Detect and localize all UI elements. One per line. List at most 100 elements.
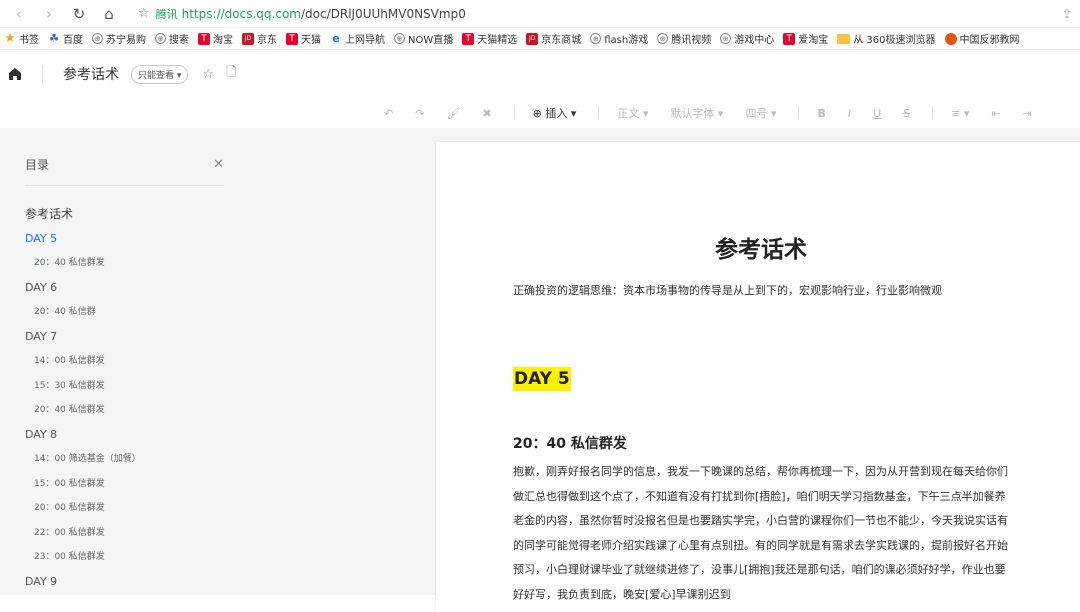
toc-item[interactable]: 20：40 私信群发	[25, 398, 235, 423]
globe-icon: ⊕	[657, 33, 669, 44]
redo-icon[interactable]: ↷	[415, 107, 424, 120]
globe-icon: ⊕	[720, 33, 732, 44]
toc-item[interactable]: DAY 9	[25, 570, 235, 595]
insert-button[interactable]: ⊕ 插入 ▾	[533, 105, 577, 121]
bookmark-item[interactable]: ☘ 百度	[48, 31, 83, 46]
document-page[interactable]: 参考话术 正确投资的逻辑思维：资本市场事物的传导是从上到下的，宏观影响行业，行业…	[436, 142, 1080, 612]
font-select[interactable]: 默认字体 ▾	[670, 105, 723, 121]
bookmark-item[interactable]: ★ 书签	[4, 31, 39, 46]
toc-header: 目录 ✕	[25, 156, 224, 186]
bookmark-label: 苏宁易购	[106, 35, 146, 46]
toc-item[interactable]: DAY 5	[25, 227, 235, 252]
bookmark-item[interactable]: T 天猫	[286, 31, 321, 46]
bookmark-label: 京东商城	[541, 35, 582, 46]
text-style-select[interactable]: 正文 ▾	[617, 105, 648, 121]
bookmark-item[interactable]: ⊕ 腾讯视频	[657, 31, 711, 46]
strikethrough-button[interactable]: S	[903, 107, 910, 120]
italic-button[interactable]: I	[848, 107, 851, 120]
bold-button[interactable]: B	[817, 107, 825, 120]
format-painter-icon[interactable]: 🖌	[446, 107, 460, 120]
toc-item[interactable]: 22：00 私信群发	[25, 521, 235, 546]
doc-header: 参考话术 只能查看 ▾ ☆ 🗋	[0, 50, 1080, 98]
bookmark-item[interactable]: JD 京东商城	[526, 31, 581, 46]
toc-title: 目录	[25, 158, 50, 172]
toc-sidebar: 目录 ✕ 参考话术 DAY 5 20：40 私信群发 DAY 6 20：40 私信群 DA…	[0, 128, 240, 595]
toc-item[interactable]: DAY 6	[25, 276, 235, 301]
underline-button[interactable]: U	[873, 107, 881, 120]
bookmark-label: 从 360极速浏览器	[853, 35, 936, 46]
tmall-icon: T	[462, 32, 475, 45]
toc-item[interactable]: DAY 7	[25, 325, 235, 350]
bookmarks-bar: ★ 书签 ☘ 百度 ⊕ 苏宁易购 ⊕ 搜索 T 淘宝 JD 京东 T 天猫 e 上网导航 ⊕ NOW直播 T 天猫精选…	[0, 28, 1080, 50]
align-icon[interactable]: ≡ ▾	[951, 107, 969, 120]
browser-address-bar: ‹ › ↻ ⌂ ☆ 腾讯 https://docs.qq.com/doc/DRl…	[0, 0, 1080, 28]
toc-item[interactable]: 参考话术	[25, 202, 235, 227]
bookmark-label: 爱淘宝	[798, 35, 829, 46]
back-icon[interactable]: ‹	[8, 3, 30, 25]
bookmark-label: 中国反邪教网	[959, 35, 1020, 46]
clear-format-icon[interactable]: ✖	[482, 107, 491, 120]
toc-item[interactable]: 14：00 私信群发	[25, 349, 235, 374]
bookmark-item[interactable]: ⊕ 搜索	[155, 31, 189, 46]
readonly-badge[interactable]: 只能查看 ▾	[131, 64, 189, 84]
doc-title: 参考话术	[63, 67, 119, 83]
bookmark-item[interactable]: T 淘宝	[198, 31, 233, 46]
day-heading: DAY 5	[513, 367, 571, 391]
forward-icon[interactable]: ›	[38, 3, 60, 25]
bookmark-label: NOW直播	[408, 35, 454, 46]
bookmark-item[interactable]: e 上网导航	[330, 31, 385, 46]
toc-item[interactable]: 20：40 私信群	[25, 300, 235, 325]
document-title: 参考话术	[715, 237, 807, 263]
main-area: 目录 ✕ 参考话术 DAY 5 20：40 私信群发 DAY 6 20：40 私信群 DA…	[0, 128, 1080, 612]
bookmark-label: 淘宝	[213, 35, 233, 46]
editor-toolbar: ↶ ↷ 🖌 ✖ ⊕ 插入 ▾ 正文 ▾ 默认字体 ▾ 四号 ▾ B I U S …	[0, 98, 1080, 128]
bookmark-label: 天猫精选	[477, 35, 518, 46]
url-text[interactable]: https://docs.qq.com/doc/DRlJ0UUhMV0NSVmp…	[182, 7, 466, 21]
undo-icon[interactable]: ↶	[384, 107, 393, 120]
bookmark-label: 搜索	[169, 35, 189, 46]
toc-item[interactable]: 20：40 私信群发	[25, 251, 235, 276]
tmall-icon: T	[198, 32, 210, 45]
bookmark-item[interactable]: ⊕ 游戏中心	[720, 31, 774, 46]
bookmark-item[interactable]: T 天猫精选	[462, 31, 517, 46]
toc-list: 参考话术 DAY 5 20：40 私信群发 DAY 6 20：40 私信群 DAY 7 14…	[25, 202, 235, 594]
toc-item[interactable]: 23：00 私信群发	[25, 545, 235, 570]
star-icon: ★	[4, 31, 16, 46]
font-size-select[interactable]: 四号 ▾	[745, 105, 776, 121]
toc-item[interactable]: 15：00 私信群发	[25, 472, 235, 497]
bookmark-item[interactable]: ⊕ 苏宁易购	[92, 31, 146, 46]
refresh-icon[interactable]: ↻	[68, 3, 90, 25]
url-field[interactable]: ☆ 腾讯 https://docs.qq.com/doc/DRlJ0UUhMV0…	[138, 6, 466, 22]
site-label: 腾讯	[155, 7, 178, 21]
bookmark-item[interactable]: JD 京东	[242, 31, 277, 46]
bookmark-label: 书签	[19, 35, 39, 46]
share-icon[interactable]: ⇪	[1062, 7, 1072, 21]
bookmark-item[interactable]: 从 360极速浏览器	[837, 31, 936, 46]
indent-decrease-icon[interactable]: ⇤	[991, 107, 1000, 120]
star-icon[interactable]: ☆	[202, 67, 214, 82]
toc-item[interactable]: 20：00 私信群发	[25, 496, 235, 521]
home-icon[interactable]: ⌂	[98, 3, 120, 25]
doc-info-icon[interactable]: 🗋	[226, 63, 236, 85]
tmall-icon: T	[783, 32, 796, 45]
globe-icon: ⊕	[155, 33, 166, 44]
toc-item[interactable]: 14：00 筛选基金（加餐）	[25, 447, 235, 472]
bookmark-item[interactable]: T 爱淘宝	[783, 31, 828, 46]
indent-increase-icon[interactable]: ⇥	[1023, 107, 1032, 120]
folder-icon	[837, 33, 851, 44]
tmall-icon: T	[286, 32, 298, 45]
toc-item[interactable]: 15：30 私信群发	[25, 374, 235, 399]
toc-item[interactable]: DAY 8	[25, 423, 235, 448]
divider	[932, 106, 934, 120]
close-icon[interactable]: ✕	[213, 157, 224, 172]
divider	[513, 106, 515, 120]
fire-icon	[944, 32, 957, 45]
bookmark-label: 天猫	[301, 35, 321, 46]
ie-icon: e	[332, 32, 340, 45]
body-paragraph: 抱歉，刚弄好报名同学的信息，我发一下晚课的总结，帮你再梳理一下，因为从开营到现在…	[513, 465, 1008, 601]
bookmark-item[interactable]: 中国反邪教网	[944, 31, 1020, 46]
bookmark-item[interactable]: ⊕ flash游戏	[590, 31, 648, 46]
bookmark-star-icon[interactable]: ☆	[138, 6, 150, 21]
home-icon[interactable]	[8, 67, 22, 81]
bookmark-item[interactable]: ⊕ NOW直播	[394, 31, 453, 46]
